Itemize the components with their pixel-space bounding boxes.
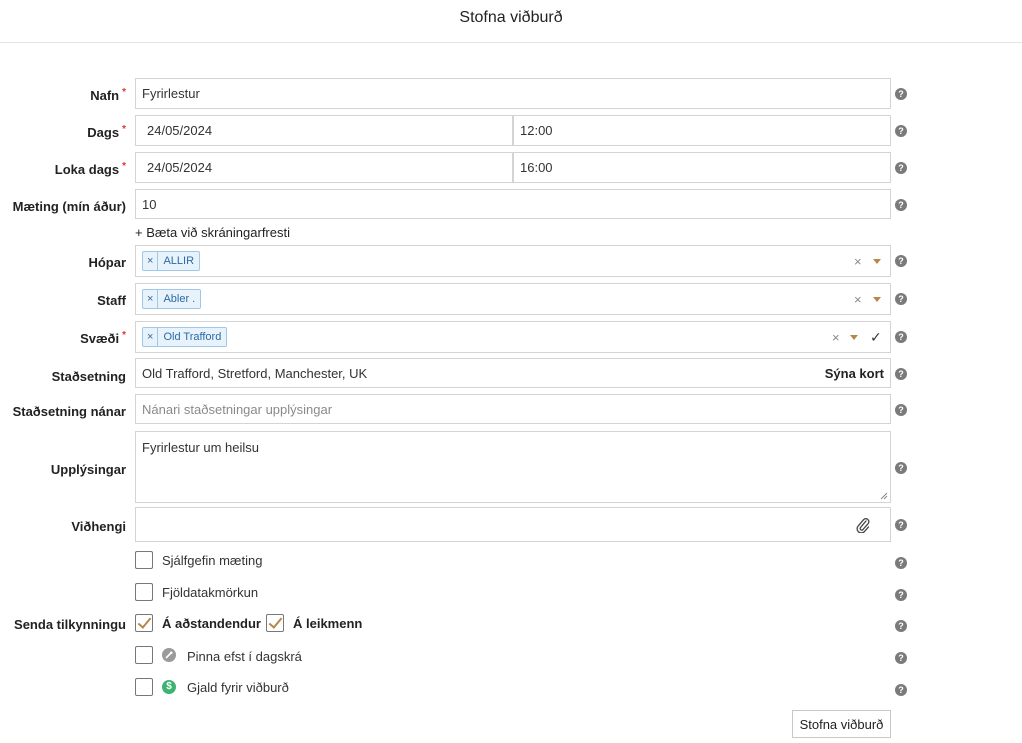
help-icon[interactable]: ?: [895, 462, 907, 474]
participant-limit-checkbox[interactable]: [135, 583, 153, 601]
location-detail-label: Staðsetning nánar: [12, 404, 126, 419]
auto-attendance-checkbox[interactable]: [135, 551, 153, 569]
pin-icon: [162, 648, 176, 662]
date-input-value: 24/05/2024: [147, 123, 213, 138]
tag-remove-icon[interactable]: ×: [143, 290, 159, 308]
end-time-input[interactable]: 16:00: [513, 152, 891, 183]
help-icon[interactable]: ?: [895, 125, 907, 137]
notify-guardians-checkbox[interactable]: [135, 614, 153, 632]
modal-header: Stofna viðburð: [0, 0, 1022, 43]
page-title: Stofna viðburð: [459, 9, 563, 26]
end-date-label: Loka dags *: [54, 161, 126, 177]
staff-select[interactable]: × Abler . ×: [135, 283, 891, 315]
help-icon[interactable]: ?: [895, 368, 907, 380]
end-time-input-value: 16:00: [520, 160, 553, 175]
attendance-input[interactable]: 10: [135, 189, 891, 219]
groups-tag-label: ALLIR: [163, 255, 195, 267]
area-label: Svæði *: [80, 330, 126, 346]
time-input[interactable]: 12:00: [513, 115, 891, 146]
help-icon[interactable]: ?: [895, 293, 907, 305]
location-detail-input[interactable]: Nánari staðsetningar upplýsingar: [135, 394, 891, 424]
clear-icon[interactable]: ×: [854, 246, 862, 276]
attachment-label: Viðhengi: [71, 519, 126, 534]
attachment-input[interactable]: [135, 507, 891, 542]
required-mark: *: [122, 124, 126, 135]
info-textarea[interactable]: Fyrirlestur um heilsu: [135, 431, 891, 503]
groups-tag: × ALLIR: [142, 251, 201, 271]
required-mark: *: [122, 87, 126, 98]
name-input[interactable]: Fyrirlestur: [135, 78, 891, 109]
staff-tag: × Abler .: [142, 289, 202, 309]
event-fee-checkbox[interactable]: [135, 678, 153, 696]
help-icon[interactable]: ?: [895, 404, 907, 416]
help-icon[interactable]: ?: [895, 557, 907, 569]
dollar-icon: $: [162, 680, 176, 694]
help-icon[interactable]: ?: [895, 620, 907, 632]
groups-select[interactable]: × ALLIR ×: [135, 245, 891, 277]
chevron-down-icon[interactable]: [873, 246, 881, 276]
area-tag-label: Old Trafford: [163, 331, 222, 343]
location-label: Staðsetning: [51, 369, 126, 384]
create-event-button[interactable]: Stofna viðburð: [792, 710, 891, 738]
help-icon[interactable]: ?: [895, 255, 907, 267]
attendance-input-value: 10: [142, 196, 157, 212]
chevron-down-icon[interactable]: [873, 284, 881, 314]
time-input-value: 12:00: [520, 123, 553, 138]
auto-attendance-label: Sjálfgefin mæting: [162, 553, 263, 568]
area-tag: × Old Trafford: [142, 327, 228, 347]
end-date-input-value: 24/05/2024: [147, 160, 213, 175]
location-detail-placeholder: Nánari staðsetningar upplýsingar: [142, 401, 333, 417]
help-icon[interactable]: ?: [895, 88, 907, 100]
pin-top-label: Pinna efst í dagskrá: [187, 649, 302, 664]
pin-top-checkbox[interactable]: [135, 646, 153, 664]
send-notification-label: Senda tilkynningu: [14, 617, 126, 632]
date-input[interactable]: 24/05/2024: [135, 115, 513, 146]
required-mark: *: [122, 330, 126, 341]
help-icon[interactable]: ?: [895, 162, 907, 174]
clear-icon[interactable]: ×: [832, 322, 840, 352]
event-fee-label: Gjald fyrir viðburð: [187, 680, 289, 695]
staff-tag-label: Abler .: [163, 293, 196, 305]
attendance-label: Mæting (mín áður): [12, 199, 126, 214]
help-icon[interactable]: ?: [895, 331, 907, 343]
add-registration-deadline-link[interactable]: + Bæta við skráningarfresti: [135, 225, 290, 240]
notify-guardians-label: Á aðstandendur: [162, 616, 261, 631]
help-icon[interactable]: ?: [895, 199, 907, 211]
resize-handle-icon[interactable]: [880, 492, 888, 500]
staff-label: Staff: [97, 293, 126, 308]
name-label: Nafn *: [90, 87, 126, 103]
location-input-value: Old Trafford, Stretford, Manchester, UK: [142, 365, 368, 381]
tag-remove-icon[interactable]: ×: [143, 328, 159, 346]
chevron-down-icon[interactable]: [850, 322, 858, 352]
location-input[interactable]: Old Trafford, Stretford, Manchester, UK …: [135, 358, 891, 388]
help-icon[interactable]: ?: [895, 684, 907, 696]
groups-label: Hópar: [88, 255, 126, 270]
info-textarea-value: Fyrirlestur um heilsu: [142, 440, 260, 455]
notify-players-checkbox[interactable]: [266, 614, 284, 632]
show-map-link[interactable]: Sýna kort: [825, 366, 884, 381]
help-icon[interactable]: ?: [895, 519, 907, 531]
help-icon[interactable]: ?: [895, 652, 907, 664]
notify-players-label: Á leikmenn: [293, 616, 363, 631]
help-icon[interactable]: ?: [895, 589, 907, 601]
paperclip-icon[interactable]: [856, 517, 870, 533]
end-date-input[interactable]: 24/05/2024: [135, 152, 513, 183]
area-select[interactable]: × Old Trafford × ✓: [135, 321, 891, 353]
participant-limit-label: Fjöldatakmörkun: [162, 585, 259, 600]
checkmark-icon[interactable]: ✓: [870, 322, 882, 352]
clear-icon[interactable]: ×: [854, 284, 862, 314]
name-input-value: Fyrirlestur: [142, 86, 200, 101]
required-mark: *: [122, 161, 126, 172]
date-label: Dags *: [87, 124, 126, 140]
info-label: Upplýsingar: [50, 462, 126, 477]
tag-remove-icon[interactable]: ×: [143, 252, 159, 270]
